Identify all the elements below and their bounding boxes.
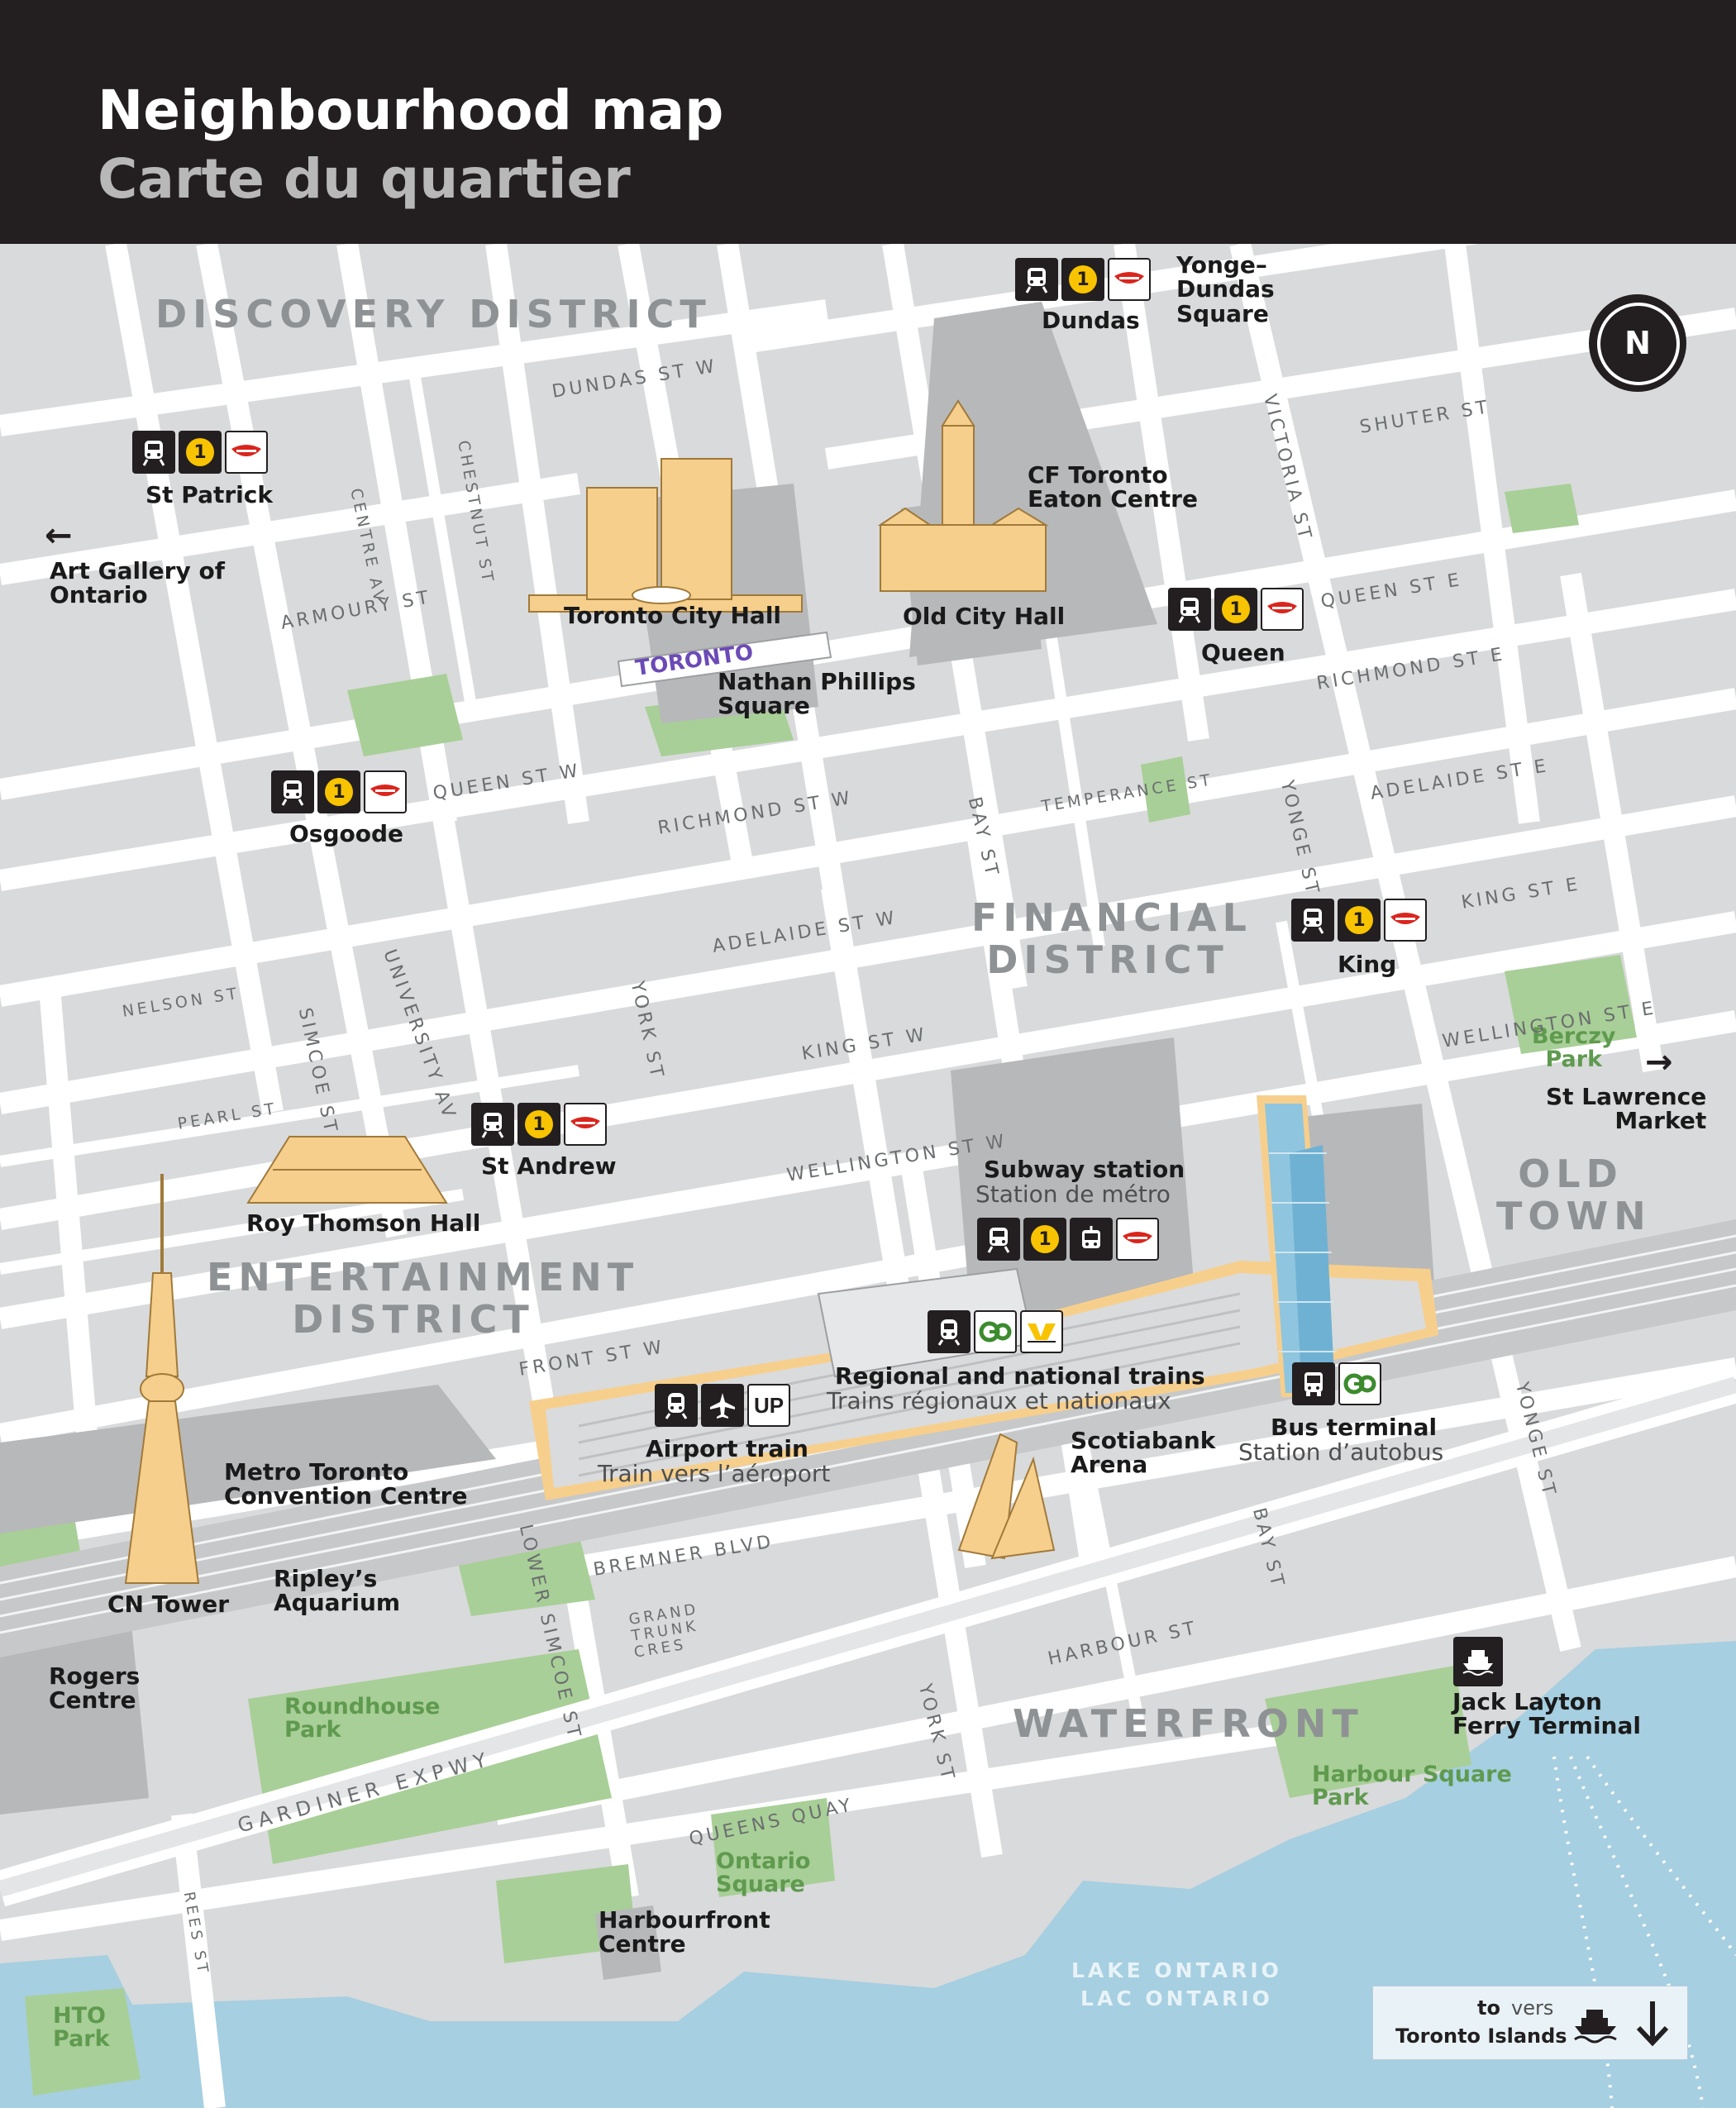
landmark-art-gallery: Art Gallery of Ontario <box>50 557 225 609</box>
via-rail-icon <box>1020 1310 1063 1353</box>
landmark-nathan-phillips-square: Nathan Phillips Square <box>718 668 916 720</box>
ttc-logo-icon <box>1384 899 1427 942</box>
station-label-osgoode: Osgoode <box>289 820 404 847</box>
union-bus-label-french: Station d’autobus <box>1238 1438 1444 1466</box>
station-badge-king[interactable]: 1 <box>1291 899 1427 942</box>
station-label-queen: Queen <box>1201 639 1285 666</box>
union-airport-label-french: Train vers l’aéroport <box>598 1460 831 1487</box>
union-regional-label-french: Trains régionaux et nationaux <box>827 1387 1171 1414</box>
station-badge-airport-train[interactable]: UP <box>655 1384 790 1427</box>
islands-name-label: Toronto Islands <box>1395 2025 1567 2048</box>
ttc-logo-icon <box>1108 258 1151 301</box>
line-1-icon: 1 <box>317 770 360 813</box>
train-icon <box>655 1384 698 1427</box>
station-badge-st-patrick[interactable]: 1 <box>132 431 268 474</box>
union-subway-label: Subway station <box>984 1156 1185 1183</box>
ttc-logo-icon <box>225 431 268 474</box>
islands-vers-label: vers <box>1511 1996 1554 2020</box>
neighbourhood-map: TORONTO Neighbourhood map Carte du quart… <box>0 0 1736 2108</box>
line-1-icon: 1 <box>179 431 222 474</box>
toronto-islands-direction[interactable]: to vers Toronto Islands <box>1372 1986 1688 2060</box>
district-label-entertainment: ENTERTAINMENT DISTRICT <box>207 1255 640 1342</box>
landmark-metro-convention-centre: Metro Toronto Convention Centre <box>224 1458 468 1510</box>
line-1-icon: 1 <box>1061 258 1104 301</box>
station-label-st-patrick: St Patrick <box>145 481 273 508</box>
arrow-left-icon: ← <box>45 517 73 555</box>
line-1-icon: 1 <box>517 1103 560 1146</box>
landmark-harbourfront-centre: Harbourfront Centre <box>599 1906 770 1958</box>
subway-icon <box>271 770 314 813</box>
station-label-dundas: Dundas <box>1042 307 1140 334</box>
landmark-yonge-dundas-square: Yonge– Dundas Square <box>1176 251 1275 327</box>
landmark-st-lawrence-market: St Lawrence Market <box>1546 1083 1707 1135</box>
up-express-badge: UP <box>747 1384 790 1427</box>
ferry-icon <box>1453 1637 1503 1686</box>
ferry-icon <box>1574 2010 1617 2044</box>
landmark-scotiabank-arena: Scotiabank Arena <box>1071 1427 1216 1479</box>
station-badge-regional-trains[interactable] <box>928 1310 1063 1353</box>
station-label-king: King <box>1338 951 1397 978</box>
subway-icon <box>1168 588 1211 631</box>
line-1-icon: 1 <box>1214 588 1257 631</box>
islands-to-label: to <box>1477 1996 1500 2020</box>
page-title: Neighbourhood map <box>98 79 724 142</box>
landmark-eaton-centre: CF Toronto Eaton Centre <box>1028 461 1198 513</box>
union-subway-label-french: Station de métro <box>975 1180 1171 1208</box>
park-harbour-square: Harbour Square Park <box>1312 1762 1512 1811</box>
go-transit-icon <box>974 1310 1017 1353</box>
station-badge-dundas[interactable]: 1 <box>1015 258 1151 301</box>
streetcar-icon <box>1070 1218 1113 1261</box>
ttc-logo-icon <box>1116 1218 1159 1261</box>
district-label-waterfront: WATERFRONT <box>1013 1701 1364 1746</box>
district-label-financial: FINANCIAL DISTRICT <box>971 895 1252 982</box>
ferry-terminal-badge[interactable] <box>1453 1637 1503 1686</box>
union-bus-label: Bus terminal <box>1271 1414 1438 1441</box>
park-roundhouse: Roundhouse Park <box>284 1694 441 1743</box>
bus-icon <box>1292 1362 1335 1405</box>
go-transit-icon <box>1338 1362 1381 1405</box>
ttc-logo-icon <box>364 770 407 813</box>
station-badge-st-andrew[interactable]: 1 <box>471 1103 607 1146</box>
arrow-right-icon: → <box>1645 1043 1673 1081</box>
district-label-old-town: OLD TOWN <box>1496 1152 1652 1238</box>
landmark-old-city-hall: Old City Hall <box>903 603 1066 630</box>
ttc-logo-icon <box>1261 588 1304 631</box>
station-badge-queen[interactable]: 1 <box>1168 588 1304 631</box>
subway-icon <box>1291 899 1334 942</box>
ttc-logo-icon <box>564 1103 607 1146</box>
compass-icon: N <box>1589 294 1686 392</box>
park-ontario-square: Ontario Square <box>716 1848 811 1898</box>
subway-icon <box>1015 258 1058 301</box>
park-hto: HTO Park <box>53 2003 110 2053</box>
lake-label-english: LAKE ONTARIO <box>1071 1958 1282 1982</box>
landmark-ripleys-aquarium: Ripley’s Aquarium <box>274 1565 401 1617</box>
subway-icon <box>132 431 175 474</box>
union-regional-label: Regional and national trains <box>835 1362 1205 1390</box>
lake-label: LAKE ONTARIO LAC ONTARIO <box>1071 1957 1282 2013</box>
arrow-down-icon <box>1636 2001 1669 2047</box>
landmark-roy-thomson-hall: Roy Thomson Hall <box>246 1209 481 1237</box>
train-icon <box>928 1310 971 1353</box>
landmark-toronto-city-hall: Toronto City Hall <box>564 602 782 629</box>
landmark-rogers-centre: Rogers Centre <box>49 1662 141 1715</box>
subway-icon <box>471 1103 514 1146</box>
line-1-icon: 1 <box>1023 1218 1066 1261</box>
subway-icon <box>977 1218 1020 1261</box>
lake-label-french: LAC ONTARIO <box>1080 1986 1273 2010</box>
station-badge-osgoode[interactable]: 1 <box>271 770 407 813</box>
station-badge-union-subway[interactable]: 1 <box>977 1218 1159 1261</box>
station-badge-bus-terminal[interactable] <box>1292 1362 1381 1405</box>
union-airport-label: Airport train <box>646 1435 808 1462</box>
landmark-cn-tower: CN Tower <box>107 1591 230 1618</box>
compass-letter: N <box>1624 325 1651 361</box>
line-1-icon: 1 <box>1338 899 1381 942</box>
page-title-french: Carte du quartier <box>98 147 631 211</box>
airplane-icon <box>701 1384 744 1427</box>
district-label-discovery: DISCOVERY DISTRICT <box>155 292 712 336</box>
landmark-jack-layton-ferry-terminal: Jack Layton Ferry Terminal <box>1452 1688 1641 1740</box>
station-label-st-andrew: St Andrew <box>481 1152 617 1180</box>
